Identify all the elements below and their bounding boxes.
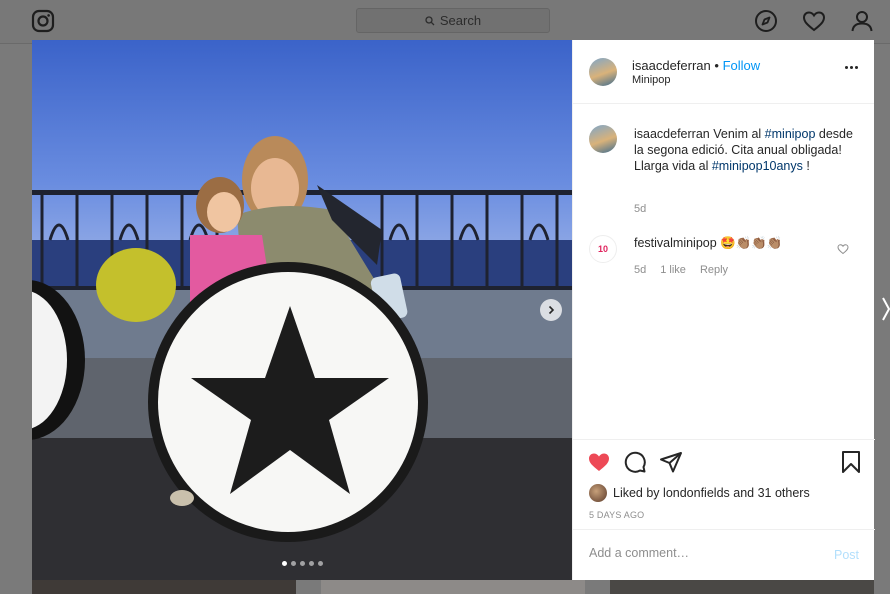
- hashtag-link[interactable]: #minipop: [765, 127, 816, 141]
- search-icon: [425, 15, 435, 25]
- liked-by-user[interactable]: londonfields: [663, 486, 730, 500]
- comment-like-count[interactable]: 1 like: [660, 264, 686, 276]
- post-image: [32, 40, 572, 580]
- post-comment-button[interactable]: Post: [834, 548, 859, 562]
- liked-by-and: and: [733, 486, 755, 500]
- post-details-panel: isaacdeferran • Follow Minipop isaacdefe…: [572, 40, 875, 580]
- post-actions: Liked by londonfields and 31 others 5 DA…: [573, 439, 875, 529]
- search-input[interactable]: Search: [356, 8, 550, 33]
- comment-timestamp[interactable]: 5d: [634, 264, 646, 276]
- top-nav: Search: [0, 0, 890, 44]
- follow-button[interactable]: Follow: [723, 58, 761, 73]
- comment-text: 🤩👏🏽👏🏽👏🏽: [720, 236, 783, 250]
- post-username[interactable]: isaacdeferran: [632, 58, 711, 73]
- comment-meta: 5d 1 like Reply: [634, 264, 728, 276]
- explore-compass-icon[interactable]: [754, 9, 778, 33]
- grid-thumbnail[interactable]: [32, 580, 296, 594]
- post-caption: isaacdeferran Venim al #minipop desde la…: [634, 126, 854, 174]
- carousel-dot: [291, 561, 296, 566]
- grid-thumbnail[interactable]: [610, 580, 874, 594]
- post-modal: isaacdeferran • Follow Minipop isaacdefe…: [32, 40, 875, 580]
- avatar-logo-text: 10: [597, 244, 608, 254]
- like-heart-icon[interactable]: [587, 450, 611, 474]
- liked-by-label: Liked by: [613, 486, 660, 500]
- post-photo[interactable]: [32, 40, 572, 580]
- search-placeholder: Search: [439, 13, 482, 28]
- hashtag-link[interactable]: #minipop10anys: [712, 159, 803, 173]
- caption-timestamp[interactable]: 5d: [634, 203, 646, 215]
- comment-username[interactable]: festivalminipop: [634, 236, 717, 250]
- avatar[interactable]: 10: [589, 235, 617, 263]
- chevron-right-icon: [548, 305, 555, 315]
- carousel-dot: [282, 561, 287, 566]
- comments-area: isaacdeferran Venim al #minipop desde la…: [573, 105, 875, 439]
- carousel-indicator: [282, 561, 323, 566]
- reply-button[interactable]: Reply: [700, 264, 728, 276]
- heart-icon[interactable]: [802, 9, 826, 33]
- avatar[interactable]: [589, 484, 607, 502]
- separator-dot: •: [714, 58, 719, 73]
- profile-icon[interactable]: [850, 9, 874, 33]
- instagram-logo-icon[interactable]: [31, 9, 55, 33]
- add-comment-bar: Post: [573, 529, 875, 580]
- next-post-chevron-icon[interactable]: [882, 296, 890, 322]
- likes-summary: Liked by londonfields and 31 others: [589, 484, 810, 502]
- caption-username[interactable]: isaacdeferran: [634, 127, 710, 141]
- post-timestamp[interactable]: 5 DAYS AGO: [589, 510, 644, 520]
- carousel-dot: [318, 561, 323, 566]
- post-location[interactable]: Minipop: [632, 74, 671, 86]
- caption-text: Venim al: [713, 127, 762, 141]
- comment-like-heart-icon[interactable]: [837, 243, 849, 255]
- avatar[interactable]: [589, 58, 617, 86]
- liked-by-others[interactable]: 31 others: [758, 486, 810, 500]
- header-user-line: isaacdeferran • Follow: [632, 58, 760, 73]
- share-send-icon[interactable]: [659, 450, 683, 474]
- save-bookmark-icon[interactable]: [839, 450, 863, 474]
- comment: festivalminipop 🤩👏🏽👏🏽👏🏽: [634, 236, 782, 251]
- more-options-icon[interactable]: [845, 66, 858, 69]
- caption-text: !: [806, 159, 810, 173]
- carousel-next-button[interactable]: [540, 299, 562, 321]
- carousel-dot: [309, 561, 314, 566]
- comment-input[interactable]: [589, 546, 809, 560]
- avatar[interactable]: [589, 125, 617, 153]
- grid-thumbnail[interactable]: [321, 580, 585, 594]
- comment-bubble-icon[interactable]: [623, 450, 647, 474]
- post-header: isaacdeferran • Follow Minipop: [573, 40, 874, 104]
- carousel-dot: [300, 561, 305, 566]
